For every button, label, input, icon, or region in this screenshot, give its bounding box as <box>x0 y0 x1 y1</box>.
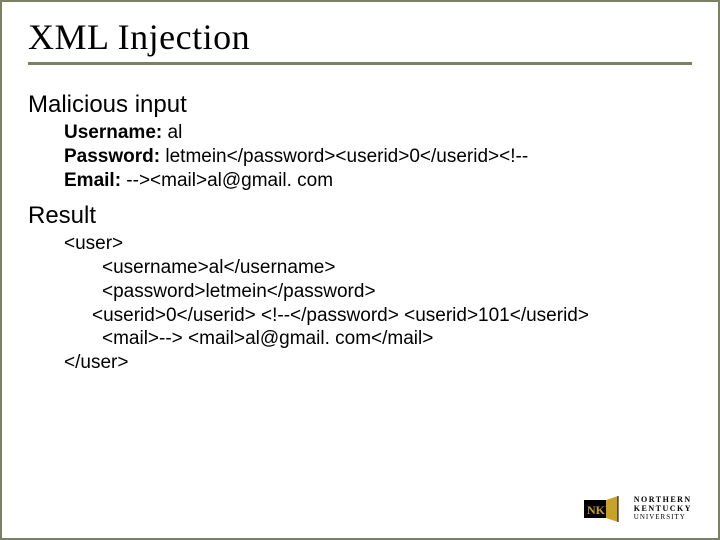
password-value: letmein</password><userid>0</userid><!-- <box>160 146 528 167</box>
username-value: al <box>162 122 182 143</box>
result-xml-block: <user> <username>al</username> <password… <box>64 232 692 375</box>
nku-logo-text: NORTHERN KENTUCKY UNIVERSITY <box>634 496 692 521</box>
result-line-6: </user> <box>64 351 692 375</box>
email-value: --><mail>al@gmail. com <box>121 170 333 191</box>
result-line-4: <userid>0</userid> <!--</password> <user… <box>92 304 692 328</box>
email-label: Email: <box>64 170 121 191</box>
result-line-3: <password>letmein</password> <box>102 280 692 304</box>
result-line-1: <user> <box>64 232 692 256</box>
title-underline: XML Injection <box>28 16 692 65</box>
password-label: Password: <box>64 146 160 167</box>
input-username-row: Username: al <box>64 121 692 145</box>
slide-frame: XML Injection Malicious input Username: … <box>0 0 720 540</box>
section-heading-input: Malicious input <box>28 91 692 119</box>
result-line-5: <mail>--> <mail>al@gmail. com</mail> <box>102 327 692 351</box>
input-email-row: Email: --><mail>al@gmail. com <box>64 169 692 193</box>
logo-line-3: UNIVERSITY <box>634 514 692 522</box>
slide-title: XML Injection <box>28 16 692 58</box>
username-label: Username: <box>64 122 162 143</box>
input-password-row: Password: letmein</password><userid>0</u… <box>64 145 692 169</box>
section-heading-result: Result <box>28 202 692 230</box>
nku-logo: NKU NORTHERN KENTUCKY UNIVERSITY <box>584 494 692 524</box>
result-line-2: <username>al</username> <box>102 256 692 280</box>
malicious-input-block: Username: al Password: letmein</password… <box>64 121 692 192</box>
nku-logo-mark: NKU <box>584 494 628 524</box>
